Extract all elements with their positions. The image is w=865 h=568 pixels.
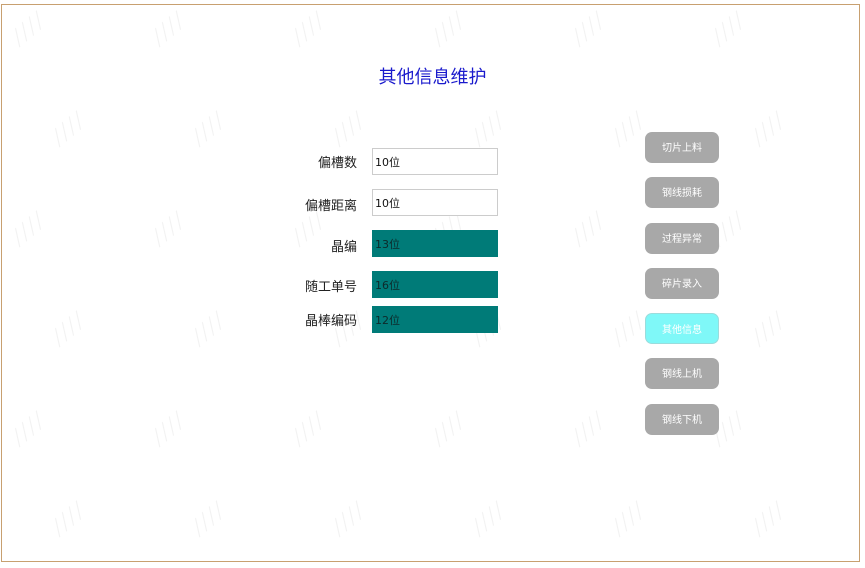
- field-label-slot-count: 偏槽数: [317, 156, 357, 171]
- ingot-code-input[interactable]: [372, 306, 498, 333]
- slot-count-input[interactable]: [372, 148, 498, 175]
- work-order-input[interactable]: [372, 271, 498, 298]
- other-info-button[interactable]: 其他信息: [645, 313, 719, 344]
- crystal-id-input[interactable]: [372, 230, 498, 257]
- field-label-crystal-id: 晶编: [330, 240, 357, 255]
- page-title: 其他信息维护: [378, 67, 487, 88]
- wire-unmount-button[interactable]: 钢线下机: [645, 404, 719, 435]
- wire-mount-button[interactable]: 钢线上机: [645, 358, 719, 389]
- slice-loading-button[interactable]: 切片上料: [645, 132, 719, 163]
- field-label-slot-distance: 偏槽距离: [304, 199, 357, 214]
- field-label-work-order: 随工单号: [304, 280, 357, 295]
- process-exception-button[interactable]: 过程异常: [645, 223, 719, 254]
- field-label-ingot-code: 晶棒编码: [304, 314, 357, 329]
- slot-distance-input[interactable]: [372, 189, 498, 216]
- fragment-entry-button[interactable]: 碎片录入: [645, 268, 719, 299]
- wire-loss-button[interactable]: 钢线损耗: [645, 177, 719, 208]
